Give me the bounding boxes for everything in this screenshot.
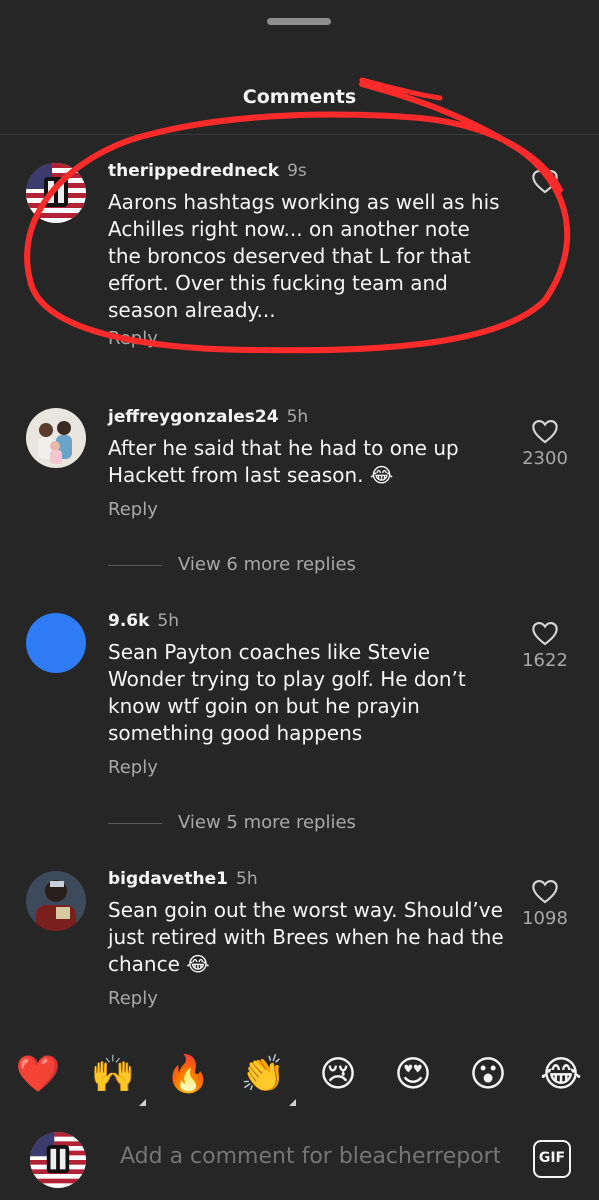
page-title: Comments	[242, 86, 357, 108]
clapping-hands-emoji: 👏	[240, 1054, 286, 1095]
clapping-hands-emoji-button[interactable]: 👏	[240, 1052, 296, 1106]
heart-icon	[532, 880, 558, 904]
like-button[interactable]: 1098	[517, 878, 573, 929]
skin-tone-indicator	[289, 1099, 296, 1106]
heart-icon	[532, 420, 558, 444]
comment-username[interactable]: 9.6k	[108, 611, 149, 631]
reply-button[interactable]: Reply	[108, 988, 508, 1009]
reply-button[interactable]: Reply	[108, 328, 508, 349]
comment-username[interactable]: bigdavethe1	[108, 869, 228, 889]
view-more-replies[interactable]: View 6 more replies	[108, 554, 356, 575]
red-heart-emoji-button[interactable]: ❤️	[15, 1052, 61, 1098]
reply-button[interactable]: Reply	[108, 499, 508, 520]
reply-button[interactable]: Reply	[108, 757, 508, 778]
drag-handle[interactable]	[267, 18, 331, 25]
comment-time: 5h	[157, 611, 180, 631]
heart-icon	[532, 170, 558, 194]
comment-text: After he said that he had to one up Hack…	[108, 436, 459, 487]
heart-icon	[532, 622, 558, 646]
surprised-face-emoji-button[interactable]: 😮	[465, 1052, 511, 1098]
like-button[interactable]: 1622	[517, 620, 573, 671]
crying-face-emoji-button[interactable]: 😢	[315, 1052, 361, 1098]
comment-username[interactable]: therippedredneck	[108, 161, 279, 181]
family-photo-avatar[interactable]	[26, 408, 86, 468]
comment-time: 9s	[287, 161, 307, 181]
view-more-label: View 6 more replies	[178, 554, 356, 575]
emoji-reaction-bar: ❤️ 🙌 🔥 👏 😢 😍 😮 😂	[0, 1052, 599, 1106]
replies-line	[108, 565, 162, 566]
heart-eyes-emoji-button[interactable]: 😍	[390, 1052, 436, 1098]
tears-of-joy-emoji-button[interactable]: 😂	[538, 1052, 584, 1098]
comment-username[interactable]: jeffreygonzales24	[108, 407, 279, 427]
comment-input[interactable]	[120, 1144, 500, 1169]
comment-composer: GIF	[0, 1124, 599, 1200]
skin-tone-indicator	[139, 1099, 146, 1106]
current-user-avatar[interactable]	[30, 1132, 86, 1188]
comment-time: 5h	[286, 407, 309, 427]
like-button[interactable]: 2300	[517, 418, 573, 469]
raising-hands-emoji: 🙌	[90, 1054, 136, 1095]
comment-time: 5h	[236, 869, 258, 889]
fire-emoji-button[interactable]: 🔥	[165, 1052, 211, 1098]
raising-hands-emoji-button[interactable]: 🙌	[90, 1052, 146, 1106]
like-count: 1098	[522, 908, 568, 929]
header-divider	[0, 134, 599, 135]
comment-text: Sean goin out the worst way. Should’ve j…	[108, 898, 504, 976]
blue-circle-avatar[interactable]	[26, 613, 86, 673]
comment-text: Aarons hashtags working as well as his A…	[108, 190, 500, 322]
replies-line	[108, 823, 162, 824]
view-more-label: View 5 more replies	[178, 812, 356, 833]
view-more-replies[interactable]: View 5 more replies	[108, 812, 356, 833]
comment-text: Sean Payton coaches like Stevie Wonder t…	[108, 640, 466, 745]
like-count: 1622	[522, 650, 568, 671]
like-button[interactable]	[517, 168, 573, 194]
flag-skull-avatar[interactable]	[26, 163, 86, 223]
gif-button[interactable]: GIF	[533, 1140, 571, 1178]
person-photo-avatar[interactable]	[26, 871, 86, 931]
like-count: 2300	[522, 448, 568, 469]
